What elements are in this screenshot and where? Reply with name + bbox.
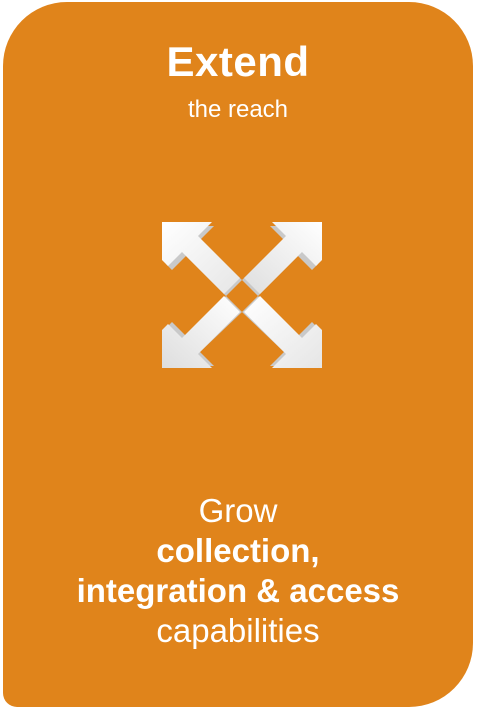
tagline-line-capabilities: capabilities <box>156 612 320 649</box>
tagline-line-grow: Grow <box>198 492 278 529</box>
card-tagline: Grow collection, integration & access ca… <box>3 491 473 651</box>
tagline-line-collection: collection, <box>156 532 320 569</box>
extend-card: Extend the reach Grow collection, integr… <box>3 2 473 707</box>
expand-arrows-icon <box>162 222 322 368</box>
card-subtitle: the reach <box>187 96 289 123</box>
tagline-line-integration: integration & access <box>76 572 400 609</box>
card-title: Extend <box>166 38 310 85</box>
